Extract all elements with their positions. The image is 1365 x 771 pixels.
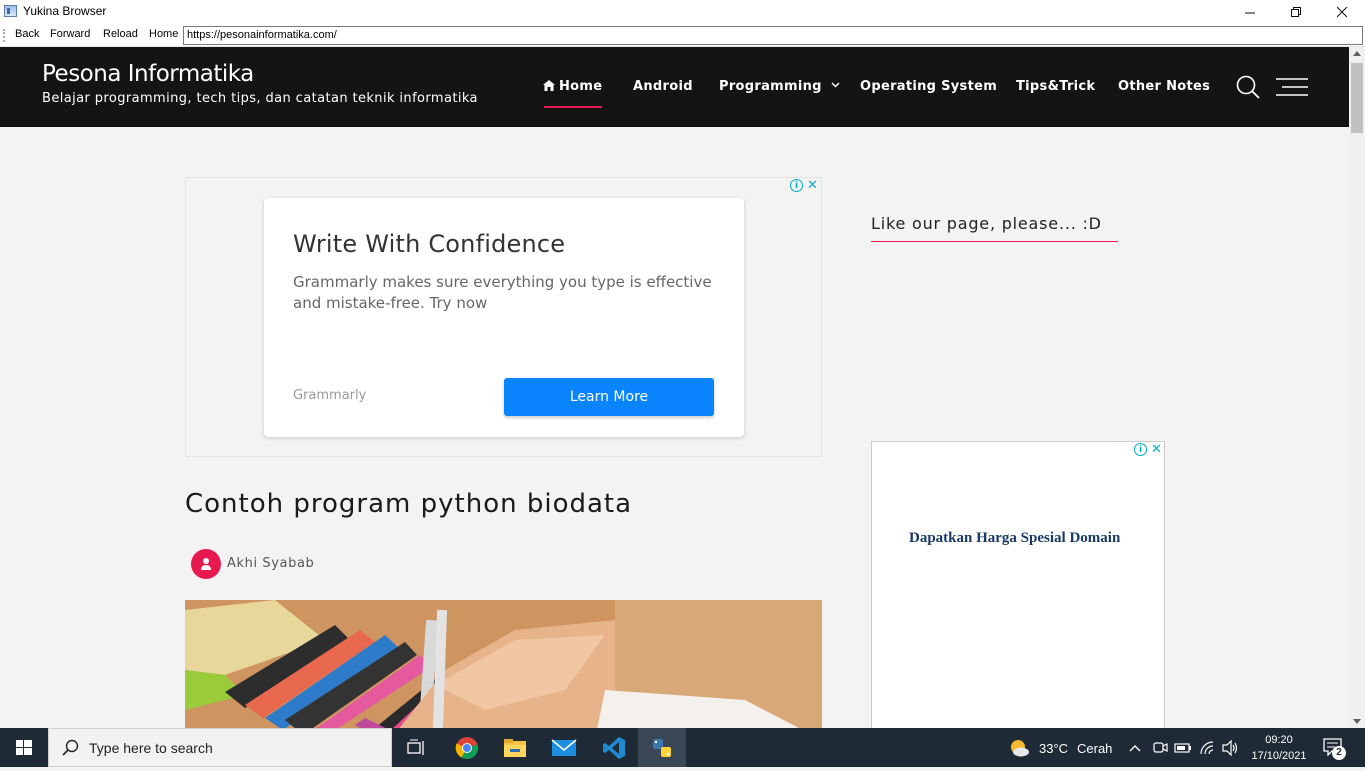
taskbar-chrome[interactable] [443,728,491,767]
notification-badge: 2 [1332,746,1346,760]
taskbar-vscode[interactable] [590,728,638,767]
page-viewport: Pesona Informatika Belajar programming, … [0,47,1349,728]
scrollbar-thumb[interactable] [1351,63,1363,133]
sidebar-ad[interactable]: i ✕ Dapatkan Harga Spesial Domain [871,441,1165,728]
chevron-down-icon [831,82,840,88]
sidebar-ad-text[interactable]: Dapatkan Harga Spesial Domain [909,530,1120,547]
learn-more-button[interactable]: Learn More [504,378,714,416]
minimize-button[interactable] [1227,0,1273,24]
weather-icon[interactable] [1008,737,1030,759]
minimize-icon [1244,12,1255,13]
info-icon[interactable]: i [1134,443,1147,456]
mail-icon [551,738,577,756]
info-icon[interactable]: i [790,179,803,192]
widget-divider [871,241,1118,242]
adchoices[interactable]: i ✕ [790,179,819,193]
chrome-icon [455,736,479,759]
task-view-icon [407,739,424,755]
task-view-button[interactable] [392,728,440,767]
nav-other-notes[interactable]: Other Notes [1118,79,1210,94]
chevron-up-icon[interactable] [1129,744,1141,752]
close-icon [1336,6,1347,17]
post-featured-image[interactable] [185,600,822,728]
taskbar-clock[interactable]: 09:20 17/10/2021 [1249,732,1309,764]
volume-icon[interactable] [1221,740,1239,756]
app-icon [4,5,17,17]
nav-active-indicator [544,106,602,108]
forward-button[interactable]: Forward [50,28,90,40]
site-title[interactable]: Pesona Informatika [42,61,254,87]
taskbar-mail[interactable] [540,728,588,767]
battery-icon[interactable] [1174,742,1192,754]
reload-button[interactable]: Reload [103,28,138,40]
restore-icon [1290,6,1301,17]
taskbar-file-explorer[interactable] [491,728,539,767]
home-icon [543,80,555,91]
hamburger-menu-icon[interactable] [1276,77,1308,97]
folder-icon [504,738,526,757]
ad-headline[interactable]: Write With Confidence [293,230,565,258]
meet-now-icon[interactable] [1152,740,1168,756]
clock-time: 09:20 [1265,734,1293,746]
scroll-up-arrow[interactable] [1353,51,1361,56]
home-button[interactable]: Home [149,28,178,40]
restore-button[interactable] [1273,0,1319,24]
user-icon [201,558,211,570]
windows-icon [16,740,32,755]
markers-photo [185,600,822,728]
close-button[interactable] [1319,0,1365,24]
python-icon [653,738,671,757]
back-button[interactable]: Back [15,28,39,40]
ad-close-icon[interactable]: ✕ [806,179,819,192]
site-tagline: Belajar programming, tech tips, dan cata… [42,91,478,106]
nav-programming[interactable]: Programming [719,79,840,94]
nav-tips-trick[interactable]: Tips&Trick [1016,79,1095,94]
ad-banner: i ✕ Write With Confidence Grammarly make… [185,177,822,457]
post-title[interactable]: Contoh program python biodata [185,489,632,519]
window-titlebar: Yukina Browser [0,0,1365,24]
ad-description: Grammarly makes sure everything you type… [293,273,712,312]
post-author[interactable]: Akhi Syabab [227,556,314,571]
start-button[interactable] [0,728,48,767]
window-title: Yukina Browser [23,4,107,18]
action-center-button[interactable]: 2 [1321,736,1347,760]
clock-date: 17/10/2021 [1251,750,1307,762]
search-icon[interactable] [1236,75,1260,99]
sidebar-adchoices[interactable]: i ✕ [1134,443,1163,457]
taskbar-search-placeholder: Type here to search [89,740,213,756]
site-header: Pesona Informatika Belajar programming, … [0,47,1349,127]
ad-close-icon[interactable]: ✕ [1150,443,1163,456]
author-avatar[interactable] [191,549,221,579]
nav-operating-system[interactable]: Operating System [860,79,997,94]
sidebar-widget-title: Like our page, please... :D [871,214,1102,233]
vscode-icon [603,736,625,759]
windows-taskbar: Type here to search 33°C Cerah 09:20 17/… [0,728,1365,767]
page-scrollbar[interactable] [1349,47,1365,728]
search-icon [62,739,79,756]
browser-toolbar: Back Forward Reload Home https://pesonai… [0,24,1365,47]
nav-home[interactable]: Home [543,79,602,94]
toolbar-grip[interactable] [3,29,5,42]
nav-android[interactable]: Android [633,79,693,94]
taskbar-python[interactable] [638,728,686,767]
nav-home-label: Home [559,79,603,94]
wifi-icon[interactable] [1199,740,1217,756]
taskbar-search[interactable]: Type here to search [48,728,392,767]
address-bar[interactable]: https://pesonainformatika.com/ [183,26,1363,45]
weather-description[interactable]: Cerah [1077,741,1112,756]
ad-card[interactable]: Write With Confidence Grammarly makes su… [264,198,744,437]
scroll-down-arrow[interactable] [1353,719,1361,724]
nav-programming-label: Programming [719,79,822,94]
ad-brand[interactable]: Grammarly [293,388,366,403]
weather-temperature[interactable]: 33°C [1039,741,1068,756]
